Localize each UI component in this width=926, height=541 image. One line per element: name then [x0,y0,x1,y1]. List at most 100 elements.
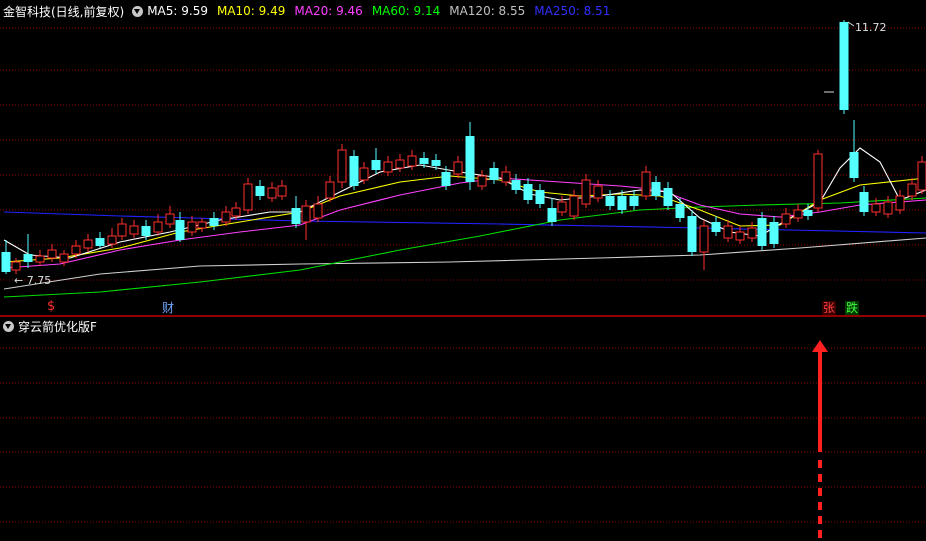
rise-marker[interactable]: 张 [822,301,837,315]
up-candle [231,207,241,217]
down-candle [663,188,673,206]
high-price-label: 11.72 [855,21,887,34]
up-candle [243,183,253,211]
up-candle [581,179,591,205]
up-candle [359,167,369,181]
up-candle [35,255,45,263]
indicator-dropdown-icon[interactable] [3,320,14,332]
up-candle [221,211,231,223]
up-candle [59,253,69,263]
arrow-dash [818,488,822,496]
down-candle [209,218,219,226]
up-candle [735,231,745,241]
ma10-label: MA10: 9.49 [216,4,286,18]
up-candle [747,227,757,239]
finance-marker[interactable]: 财 [161,301,175,315]
up-candle [129,225,139,235]
up-candle [313,203,323,219]
down-candle [255,186,265,196]
down-candle [1,252,11,272]
ma5-label: MA5: 9.59 [147,4,208,18]
up-candle [723,225,733,239]
up-candle [813,153,823,209]
down-candle [371,160,381,170]
down-candle [419,158,429,164]
up-candle [301,205,311,223]
up-candle [153,221,163,233]
down-candle [769,222,779,244]
up-candle [277,185,287,197]
up-candle [325,181,335,199]
fall-marker[interactable]: 跌 [845,301,860,315]
up-candle [453,161,463,175]
up-candle [907,183,917,197]
ma120-line [3,237,926,290]
down-candle [617,196,627,210]
arrow-dash [818,516,822,524]
up-candle [557,201,567,213]
indicator-title[interactable]: 穿云箭优化版F [18,318,97,335]
down-candle [675,204,685,218]
dollar-marker: $ [47,299,56,314]
up-candle [917,161,926,191]
down-candle [511,180,521,190]
up-candle [395,159,405,169]
up-candle [699,225,709,253]
down-candle [523,184,533,200]
chart-legend: 金智科技(日线,前复权) MA5: 9.59 MA10: 9.49 MA20: … [0,2,619,20]
arrow-dash [818,474,822,482]
up-candle [593,185,603,199]
up-candle [11,261,21,271]
up-candle [337,149,347,183]
down-candle [23,254,33,262]
up-candle [383,161,393,173]
up-candle [107,235,117,245]
down-candle [687,216,697,252]
arrow-head [812,340,828,352]
down-candle [849,152,859,178]
down-candle [175,220,185,240]
up-candle [407,155,417,167]
down-candle [547,208,557,222]
arrow-dash [818,460,822,468]
up-candle [781,213,791,225]
down-candle [535,190,545,204]
up-candle [197,221,207,229]
high-pointer [847,21,855,27]
down-candle [441,172,451,186]
down-candle [605,196,615,206]
down-candle [141,226,151,236]
up-candle [267,187,277,199]
down-candle [431,160,441,166]
ma60-label: MA60: 9.14 [371,4,441,18]
arrow-dash [818,502,822,510]
low-price-label: ← 7.75 [14,274,52,287]
up-candle [83,239,93,249]
up-candle [641,171,651,197]
low-price-value: 7.75 [26,274,52,287]
down-candle [629,196,639,206]
stock-title[interactable]: 金智科技(日线,前复权) [3,3,124,20]
down-candle [757,218,767,246]
up-candle [71,245,81,255]
down-candle [95,238,105,246]
up-candle [117,223,127,237]
dropdown-icon[interactable] [132,5,144,17]
ma250-label: MA250: 8.51 [534,4,611,18]
up-candle [871,203,881,213]
up-candle [187,221,197,233]
kline-chart[interactable] [0,0,926,541]
down-candle [489,168,499,180]
ma20-label: MA20: 9.46 [294,4,363,18]
down-candle [291,208,301,224]
arrow-dash [818,530,822,538]
down-candle [803,210,813,216]
indicator-panel-header: 穿云箭优化版F [0,318,97,334]
down-candle [465,136,475,182]
up-candle [569,195,579,217]
up-candle [895,195,905,211]
up-candle [501,171,511,183]
up-candle [793,209,803,219]
up-candle [47,249,57,259]
down-candle [711,222,721,232]
